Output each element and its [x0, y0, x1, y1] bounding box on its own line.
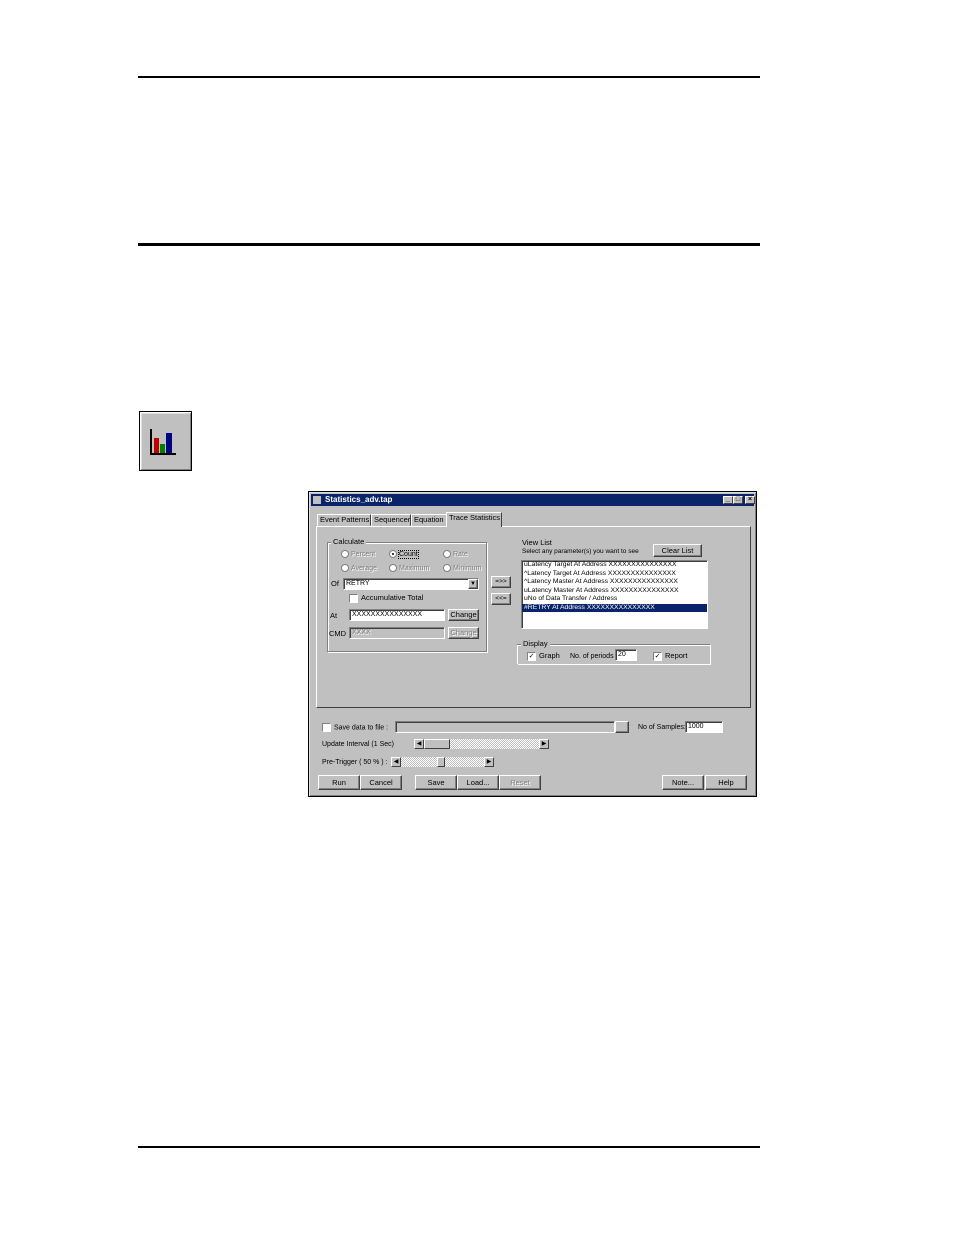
list-item[interactable]: uNo of Data Transfer / Address	[522, 595, 707, 604]
pre-trigger-label: Pre-Trigger ( 50 % ) :	[322, 759, 388, 766]
save-button[interactable]: Save	[415, 775, 457, 790]
at-change-button[interactable]: Change	[448, 609, 479, 621]
dialog-title: Statistics_adv.tap	[325, 495, 393, 504]
tab-equation[interactable]: Equation	[411, 514, 447, 526]
view-list-label: View List	[522, 538, 552, 547]
report-checkbox[interactable]: ✓ Report	[653, 651, 688, 661]
calculate-label: Calculate	[331, 537, 367, 546]
list-item[interactable]: ^Latency Master At Address XXXXXXXXXXXXX…	[522, 578, 707, 587]
samples-label: No of Samples:	[638, 724, 686, 731]
bar-chart-icon	[150, 429, 176, 455]
cancel-button[interactable]: Cancel	[360, 775, 402, 790]
cmd-change-button[interactable]: Change	[448, 627, 479, 639]
graph-checkbox[interactable]: ✓ Graph	[527, 651, 560, 661]
view-list-hint: Select any parameter(s) you want to see	[522, 548, 639, 555]
cmd-label: CMD	[329, 629, 347, 638]
update-interval-label: Update Interval (1 Sec)	[322, 741, 394, 748]
right-arrow-icon[interactable]: ▶	[539, 739, 549, 749]
display-label: Display	[521, 639, 550, 648]
checkbox	[349, 593, 358, 603]
statistics-dialog: Statistics_adv.tap _ □ × Event Patterns …	[308, 491, 757, 797]
of-label: Of	[331, 579, 339, 588]
checkbox-checked: ✓	[527, 651, 536, 661]
pre-trigger-slider[interactable]: ◀ ▶	[391, 757, 494, 767]
slider-thumb[interactable]	[424, 739, 450, 749]
top-rule	[138, 76, 760, 78]
tab-panel: Calculate Percent Count Rate Average Max…	[316, 526, 751, 708]
maximize-button[interactable]: □	[733, 496, 743, 504]
list-item-selected[interactable]: #RETRY At Address XXXXXXXXXXXXXXX	[522, 603, 707, 612]
bottom-rule	[138, 1146, 760, 1148]
radio-average[interactable]: Average	[341, 564, 377, 573]
reset-button[interactable]: Reset	[499, 775, 541, 790]
periods-label: No. of periods	[570, 653, 614, 660]
list-item[interactable]: ^Latency Target At Address XXXXXXXXXXXXX…	[522, 570, 707, 579]
dialog-titlebar[interactable]: Statistics_adv.tap _ □ ×	[311, 494, 755, 506]
app-icon	[313, 496, 321, 504]
save-file-path[interactable]	[395, 721, 615, 733]
radio-dot	[341, 550, 349, 559]
at-field[interactable]: XXXXXXXXXXXXXXX	[349, 609, 445, 621]
save-to-file-checkbox[interactable]: Save data to file :	[322, 723, 388, 732]
radio-minimum[interactable]: Minimum	[443, 564, 481, 573]
left-arrow-icon[interactable]: ◀	[391, 757, 401, 767]
radio-dot	[389, 550, 397, 559]
minimize-button[interactable]: _	[723, 496, 733, 504]
radio-dot	[341, 564, 349, 573]
clear-list-button[interactable]: Clear List	[653, 544, 702, 557]
of-dropdown-arrow[interactable]: ▼	[468, 579, 478, 589]
radio-maximum[interactable]: Maximum	[389, 564, 429, 573]
of-select[interactable]: RETRY	[343, 578, 479, 590]
run-button[interactable]: Run	[318, 775, 360, 790]
remove-from-list-button[interactable]: <<=	[491, 593, 511, 605]
section-rule	[138, 243, 760, 246]
accumulative-total-checkbox[interactable]: Accumulative Total	[349, 593, 423, 603]
cmd-field[interactable]: XXXX	[349, 627, 445, 639]
tab-sequencer[interactable]: Sequencer	[371, 514, 411, 526]
tab-trace-statistics[interactable]: Trace Statistics	[446, 512, 502, 527]
add-to-list-button[interactable]: =>>	[491, 576, 511, 588]
help-button[interactable]: Help	[705, 775, 747, 790]
radio-dot	[443, 550, 451, 559]
radio-dot	[389, 564, 397, 573]
load-button[interactable]: Load...	[457, 775, 499, 790]
list-item[interactable]: uLatency Master At Address XXXXXXXXXXXXX…	[522, 587, 707, 596]
browse-button[interactable]	[615, 721, 629, 733]
radio-percent[interactable]: Percent	[341, 550, 375, 559]
radio-count[interactable]: Count	[389, 550, 419, 559]
left-arrow-icon[interactable]: ◀	[414, 739, 424, 749]
list-item[interactable]: uLatency Target At Address XXXXXXXXXXXXX…	[522, 561, 707, 570]
close-button[interactable]: ×	[745, 496, 755, 504]
right-arrow-icon[interactable]: ▶	[484, 757, 494, 767]
note-button[interactable]: Note...	[662, 775, 704, 790]
view-list[interactable]: uLatency Target At Address XXXXXXXXXXXXX…	[521, 560, 708, 629]
statistics-toolbar-icon[interactable]	[139, 411, 192, 471]
slider-thumb[interactable]	[437, 757, 445, 767]
checkbox-checked: ✓	[653, 651, 662, 661]
update-interval-slider[interactable]: ◀ ▶	[414, 739, 549, 749]
tab-event-patterns[interactable]: Event Patterns	[317, 514, 371, 526]
periods-field[interactable]: 20	[615, 649, 637, 661]
samples-field[interactable]: 1000	[685, 721, 723, 733]
radio-rate[interactable]: Rate	[443, 550, 468, 559]
checkbox	[322, 723, 331, 732]
radio-dot	[443, 564, 451, 573]
at-label: At	[330, 611, 338, 620]
